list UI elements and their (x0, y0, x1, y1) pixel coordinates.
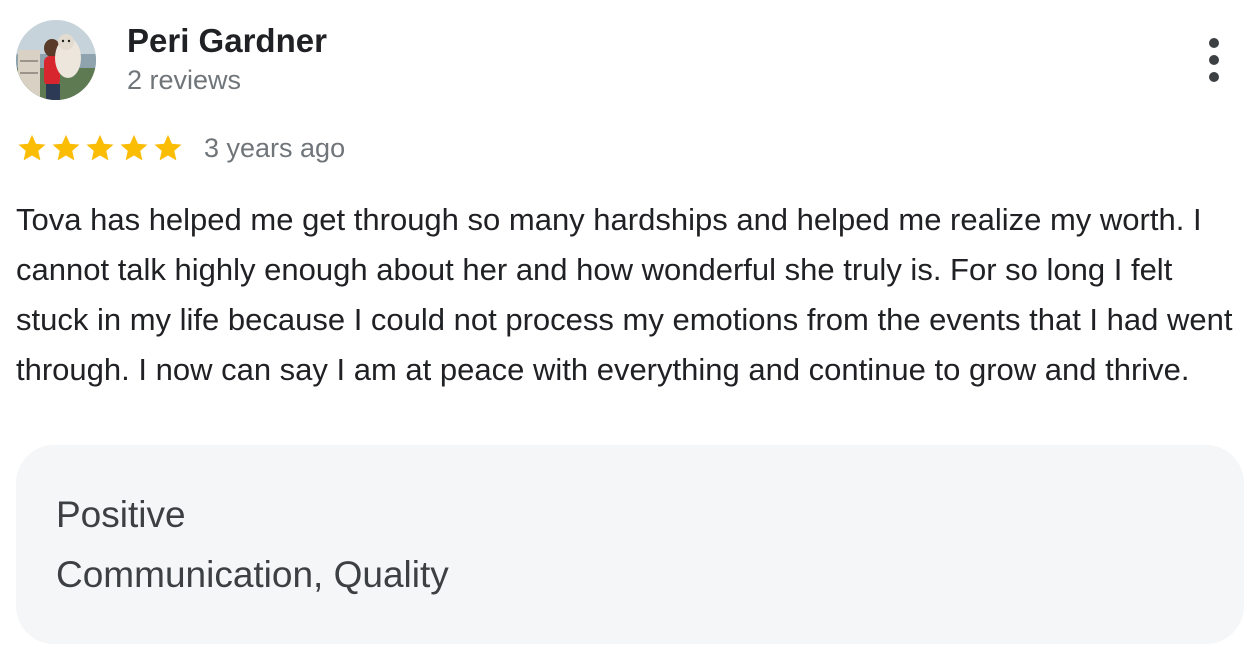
star-icon (16, 132, 48, 164)
author-avatar[interactable] (16, 20, 96, 100)
star-icon (50, 132, 82, 164)
more-vert-icon (1209, 38, 1219, 48)
star-rating (16, 132, 184, 164)
review-text: Tova has helped me get through so many h… (16, 202, 1233, 387)
more-options-button[interactable] (1194, 36, 1234, 84)
star-icon (118, 132, 150, 164)
author-name[interactable]: Peri Gardner (127, 21, 327, 61)
rating-row: 3 years ago (16, 130, 345, 166)
review-time: 3 years ago (204, 133, 346, 163)
more-vert-icon-dot (1209, 55, 1219, 65)
review-card: Peri Gardner 2 reviews 3 years ago Tova … (0, 0, 1257, 663)
attribute-title: Positive (56, 494, 186, 535)
star-icon (84, 132, 116, 164)
star-icon (152, 132, 184, 164)
review-attributes: Positive Communication, Quality (16, 445, 1244, 644)
more-vert-icon-dot (1209, 72, 1219, 82)
attribute-value: Communication, Quality (56, 554, 449, 595)
avatar-photo-icon (16, 20, 96, 100)
author-review-count: 2 reviews (127, 65, 242, 95)
